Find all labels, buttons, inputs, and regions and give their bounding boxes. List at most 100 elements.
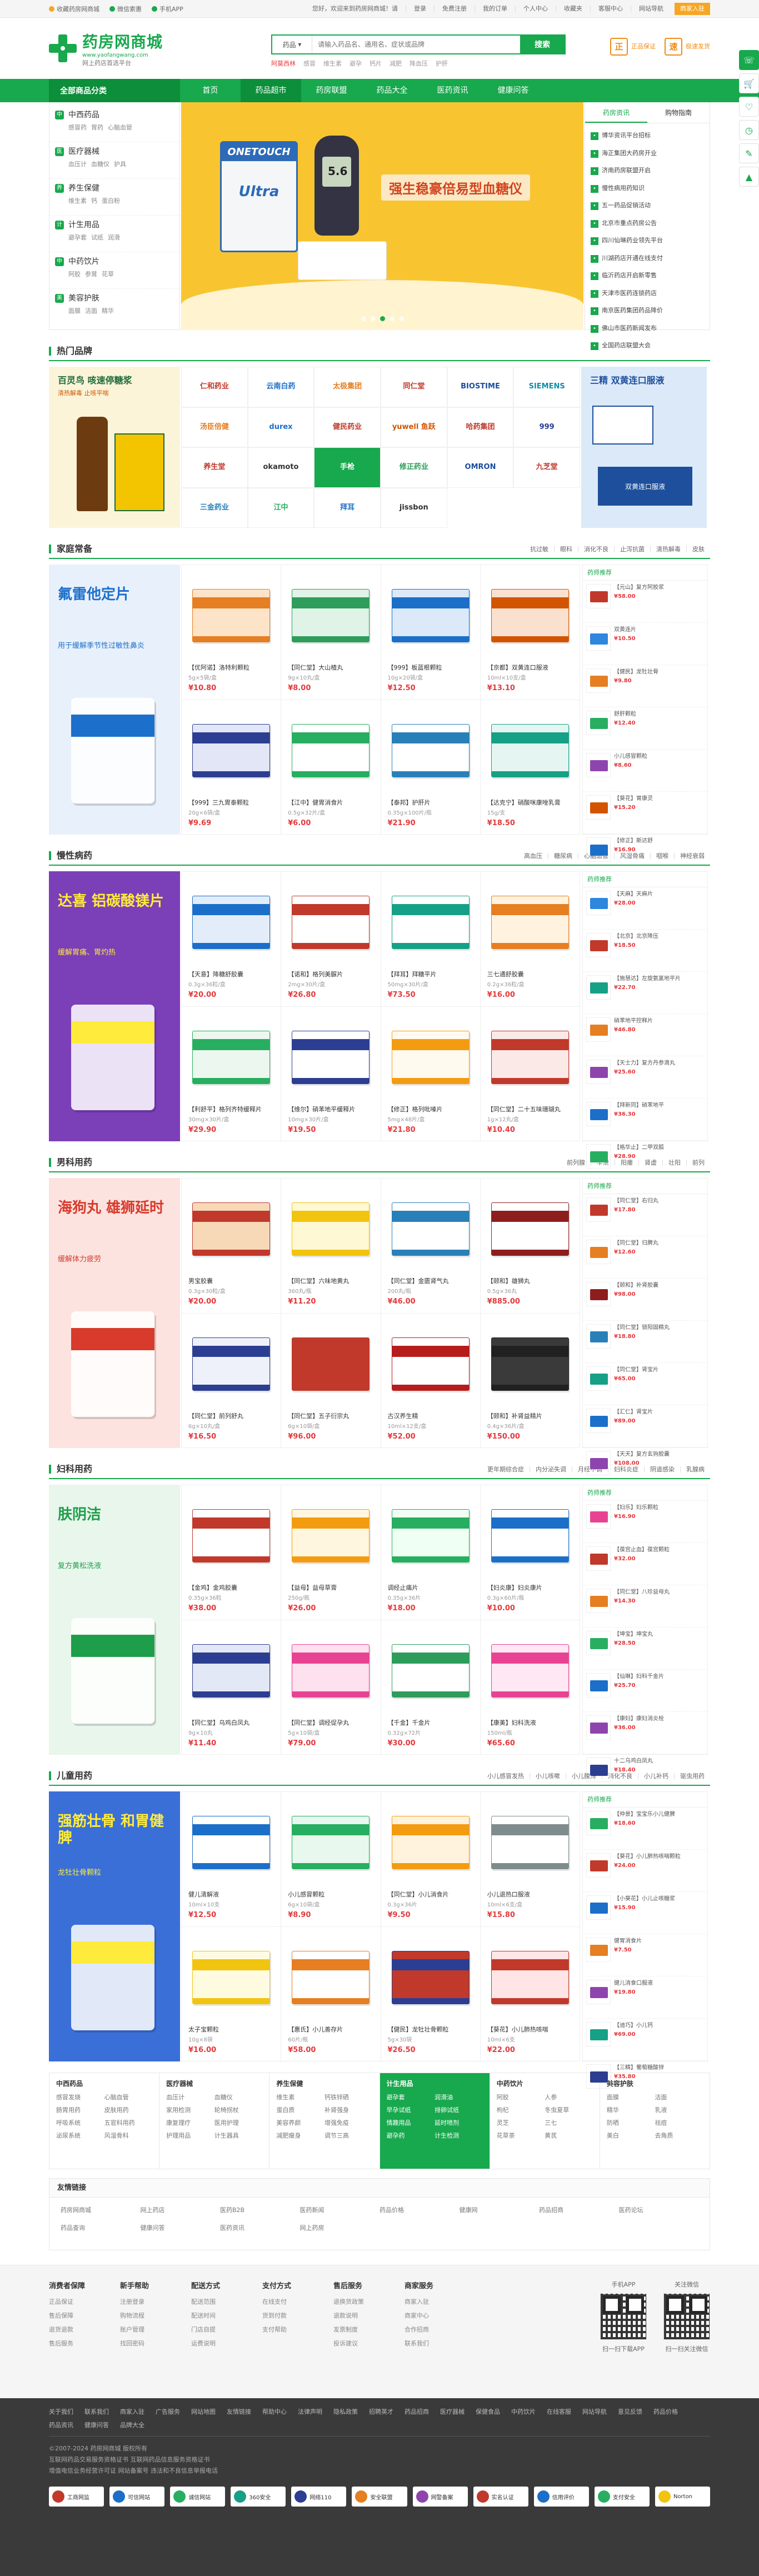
category-sub-link[interactable]: 护具 xyxy=(114,159,126,168)
category-link[interactable]: 枸杞 xyxy=(497,2105,545,2114)
friend-link[interactable]: 医药新闻 xyxy=(300,2205,380,2214)
nav-item-2[interactable]: 药房联盟 xyxy=(301,79,362,102)
product-card[interactable]: 太子宝颗粒 10g×8袋 ¥16.00 xyxy=(182,1926,282,2061)
category-link[interactable]: 美白 xyxy=(607,2131,655,2140)
hot-keyword[interactable]: 降血压 xyxy=(410,59,428,68)
product-card[interactable]: 【益母】益母草膏 250g/瓶 ¥26.00 xyxy=(281,1485,381,1620)
category-sub-link[interactable]: 蛋白粉 xyxy=(102,196,120,205)
product-name[interactable]: 【999】板蓝根颗粒 xyxy=(388,663,473,671)
merchant-join-button[interactable]: 商家入驻 xyxy=(675,3,710,15)
product-name[interactable]: 【健民】龙牡壮骨颗粒 xyxy=(388,2025,473,2033)
floor-tab[interactable]: 高血压 xyxy=(518,853,548,859)
float-heart-button[interactable]: ♡ xyxy=(739,97,759,117)
search-input[interactable] xyxy=(312,36,520,53)
category-sub-link[interactable]: 阿胶 xyxy=(68,269,81,278)
floor-tab[interactable]: 前列 xyxy=(686,1159,710,1166)
help-link[interactable]: 找回密码 xyxy=(120,2339,187,2348)
product-name[interactable]: 【益母】益母草膏 xyxy=(288,1583,373,1591)
category-column-title[interactable]: 医疗器械 xyxy=(166,2079,262,2088)
category-sub-link[interactable]: 精华 xyxy=(102,306,114,315)
hot-keyword[interactable]: 阿莫西林 xyxy=(271,59,296,68)
category-item[interactable]: 医医疗器械 血压计 血糖仪 护具 xyxy=(49,142,179,179)
product-card[interactable]: 【京都】双黄连口服液 10ml×10支/盒 ¥13.10 xyxy=(480,565,580,700)
product-card[interactable]: 小儿退热口服液 10ml×6支/盒 ¥15.80 xyxy=(480,1792,580,1927)
product-name[interactable]: 【同仁堂】二十五味珊瑚丸 xyxy=(487,1105,573,1113)
brand-logo[interactable]: 九芝堂 xyxy=(513,447,580,488)
category-link[interactable]: 肠胃用药 xyxy=(56,2105,104,2114)
footer-link[interactable]: 意见反馈 xyxy=(618,2407,642,2416)
category-link[interactable]: 洁面 xyxy=(655,2093,703,2101)
category-column-title[interactable]: 计生用品 xyxy=(387,2079,483,2088)
product-card[interactable]: 【诺和】格列美脲片 2mg×30片/盒 ¥26.80 xyxy=(281,872,381,1007)
product-name[interactable]: 调经止痛片 xyxy=(388,1583,473,1591)
certificate-badge[interactable]: 网警备案 xyxy=(412,2487,468,2507)
recommend-item[interactable]: 【妇乐】妇乐颗粒 ¥16.90 xyxy=(583,1501,707,1543)
floor-tab[interactable]: 眼科 xyxy=(554,546,578,552)
hot-keyword[interactable]: 避孕 xyxy=(349,59,362,68)
category-link[interactable]: 医用护理 xyxy=(214,2118,263,2127)
category-link[interactable]: 蛋白质 xyxy=(276,2105,324,2114)
category-item[interactable]: 养养生保健 维生素钙蛋白粉 xyxy=(49,179,179,216)
category-item[interactable]: 计计生用品 避孕套 试纸 润滑 xyxy=(49,216,179,252)
category-link[interactable]: 美容养颜 xyxy=(276,2118,324,2127)
product-card[interactable]: 【葵花】小儿肺热咳喘 10ml×6支 ¥22.00 xyxy=(480,1926,580,2061)
friend-link[interactable]: 药品价格 xyxy=(379,2205,460,2214)
floor-tab[interactable]: 乳腺病 xyxy=(680,1466,710,1472)
news-item[interactable]: • 全国药店联盟大会 xyxy=(591,337,704,355)
category-link[interactable]: 血糖仪 xyxy=(214,2093,263,2101)
news-item[interactable]: • 天津市医药连锁药店 xyxy=(591,284,704,302)
recommend-item[interactable]: 小儿感冒颗粒 ¥8.60 xyxy=(583,750,707,792)
topbar-right-item-1[interactable]: 登录 xyxy=(406,6,434,12)
product-name[interactable]: 三七通舒胶囊 xyxy=(487,970,573,978)
floor-tab[interactable]: 神经衰弱 xyxy=(674,852,710,859)
certificate-badge[interactable]: 可信网站 xyxy=(109,2487,165,2507)
product-name[interactable]: 【利舒平】格列齐特缓释片 xyxy=(188,1105,274,1113)
recommend-item[interactable]: 【拜新同】硝苯地平 ¥36.30 xyxy=(583,1099,707,1141)
product-card[interactable]: 【999】板蓝根颗粒 10g×20袋/盒 ¥12.50 xyxy=(381,565,481,700)
banner-dot[interactable] xyxy=(389,316,395,321)
help-link[interactable]: 货到付款 xyxy=(262,2311,329,2320)
product-name[interactable]: 【同仁堂】调经促孕丸 xyxy=(288,1718,373,1726)
category-item[interactable]: 中中西药品 感冒药 胃药 心脑血管 xyxy=(49,106,179,142)
footer-link[interactable]: 在线客服 xyxy=(547,2407,571,2416)
footer-link[interactable]: 网站地图 xyxy=(191,2407,216,2416)
recommend-item[interactable]: 【仲景】宝宝乐小儿健脾 ¥18.60 xyxy=(583,1808,707,1850)
brand-logo[interactable]: 修正药业 xyxy=(380,447,447,488)
category-link[interactable]: 去角质 xyxy=(655,2131,703,2140)
footer-link[interactable]: 健康问答 xyxy=(84,2420,109,2429)
brand-logo[interactable]: 汤臣倍健 xyxy=(181,407,248,447)
brand-logo[interactable]: 江中 xyxy=(247,487,314,528)
product-card[interactable]: 【泰邦】护肝片 0.35g×100片/瓶 ¥21.90 xyxy=(381,700,481,835)
category-link[interactable]: 延时喷剂 xyxy=(435,2118,483,2127)
product-card[interactable]: 小儿感冒颗粒 6g×10袋/盒 ¥8.90 xyxy=(281,1792,381,1927)
brand-logo[interactable]: durex xyxy=(247,407,314,447)
footer-link[interactable]: 网站导航 xyxy=(582,2407,607,2416)
product-name[interactable]: 小儿退热口服液 xyxy=(487,1890,573,1898)
footer-link[interactable]: 保健食品 xyxy=(476,2407,500,2416)
product-name[interactable]: 【达克宁】硝酸咪康唑乳膏 xyxy=(487,798,573,806)
category-link[interactable]: 维生素 xyxy=(276,2093,324,2101)
product-card[interactable]: 【同仁堂】五子衍宗丸 6g×10袋/盒 ¥96.00 xyxy=(281,1313,381,1448)
float-headset-button[interactable]: ☏ xyxy=(739,50,759,70)
help-link[interactable]: 在线支付 xyxy=(262,2297,329,2306)
footer-link[interactable]: 关于我们 xyxy=(49,2407,73,2416)
news-item[interactable]: • 临沂药店开启新零售 xyxy=(591,267,704,284)
category-item[interactable]: 美美容护肤 面膜 洁面 精华 xyxy=(49,289,179,326)
brand-logo[interactable]: 仁和药业 xyxy=(181,367,248,407)
category-link[interactable]: 护理用品 xyxy=(166,2131,214,2140)
news-tab[interactable]: 药房资讯 xyxy=(585,102,647,123)
friend-link[interactable]: 药品招商 xyxy=(539,2205,619,2214)
product-card[interactable]: 【江中】健胃消食片 0.5g×32片/盒 ¥6.00 xyxy=(281,700,381,835)
category-link[interactable]: 早孕试纸 xyxy=(387,2105,435,2114)
product-card[interactable]: 【利舒平】格列齐特缓释片 30mg×30片/盒 ¥29.90 xyxy=(182,1006,282,1141)
product-name[interactable]: 【妇炎康】妇炎康片 xyxy=(487,1583,573,1591)
category-item[interactable]: 中中药饮片 阿胶 参茸 花草 xyxy=(49,252,179,289)
recommend-item[interactable]: 【施慧达】左旋氨氯地平片 ¥22.70 xyxy=(583,972,707,1014)
recommend-item[interactable]: 【同仁堂】肾宝片 ¥65.00 xyxy=(583,1363,707,1405)
footer-link[interactable]: 友情链接 xyxy=(227,2407,251,2416)
product-card[interactable]: 【颐和】补肾益精片 0.4g×36片/盒 ¥150.00 xyxy=(480,1313,580,1448)
help-link[interactable]: 配送范围 xyxy=(191,2297,258,2306)
footer-link[interactable]: 帮助中心 xyxy=(262,2407,287,2416)
floor-tab[interactable]: 抗过敏 xyxy=(525,546,554,552)
banner-dot[interactable] xyxy=(361,316,366,321)
